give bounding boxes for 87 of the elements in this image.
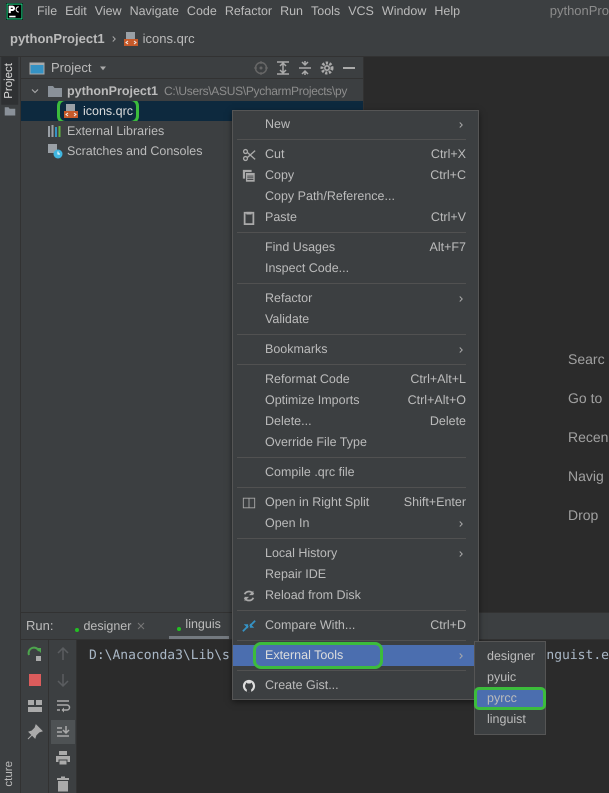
menu-bar-item[interactable]: Refactor [220,2,276,20]
menu-item[interactable]: Open In [233,513,478,534]
menu-bar-item[interactable]: Tools [307,2,344,20]
window-title: pythonPro [548,2,609,20]
shortcut-text: Ctrl+Alt+O [406,392,466,410]
settings-icon[interactable] [319,60,335,76]
menu-bar-item[interactable]: Help [430,2,464,20]
shortcut-text: Ctrl+V [430,209,466,226]
menu-item[interactable]: linguist [475,709,545,730]
resource-file-icon [63,103,79,119]
menu-item[interactable]: Local History [233,543,478,564]
scissors-icon [242,148,256,162]
hint-text: Drop [568,506,600,525]
reload-icon [242,588,256,602]
folder-icon [47,83,63,99]
run-label: Run: [26,617,54,636]
side-tab[interactable]: Project [1,57,19,105]
menu-item[interactable]: Compare With... Ctrl+D [233,615,478,636]
close-icon[interactable] [135,620,148,632]
panel-icon [29,60,45,76]
run-tab[interactable]: designer [67,613,156,639]
menu-bar-item[interactable]: Run [276,2,307,20]
github-cat-icon [242,678,256,692]
menu-item[interactable]: Paste Ctrl+V [233,207,478,228]
compare-arrows-icon [242,618,256,632]
hint-text: Searc [568,350,606,369]
menu-bar-item[interactable]: Navigate [126,2,183,20]
menu-item[interactable]: Copy Path/Reference... [233,186,478,207]
hint-text: Go to [568,389,604,408]
console-text: nguist.e [546,647,609,665]
menu-item[interactable]: designer [475,646,545,667]
menu-bar-item[interactable]: Code [182,2,221,20]
menu-bar-item[interactable]: View [90,2,126,20]
shortcut-text: Shift+Enter [402,494,466,512]
scratch-clock-icon [47,143,63,159]
soft-wrap-icon[interactable] [54,698,70,714]
menu-item[interactable]: Open in Right Split Shift+Enter [233,492,478,513]
split-view-icon [242,496,256,510]
menu-item[interactable]: Reformat Code Ctrl+Alt+L [233,369,478,390]
menu-bar-item[interactable]: File [33,2,62,20]
menu-bar-item[interactable]: Window [378,2,430,20]
panel-title[interactable]: Project [51,58,92,78]
menu-item[interactable]: Cut Ctrl+X [233,144,478,165]
side-tab[interactable]: cture [1,755,19,793]
printer-icon[interactable] [54,750,70,766]
menu-item[interactable]: Override File Type [233,432,478,453]
menu-item[interactable]: Compile .qrc file [233,462,478,483]
menu-item[interactable]: Find Usages Alt+F7 [233,237,478,258]
menu-item[interactable]: pyuic [475,667,545,688]
hint-text: Navig [568,467,605,486]
shortcut-text: Alt+F7 [428,239,466,256]
shortcut-text: Ctrl+D [429,617,466,634]
layout-icon[interactable] [26,698,42,714]
shortcut-text: Ctrl+X [430,146,466,164]
resource-file-icon [122,31,139,47]
bar-chart-icon [47,123,63,139]
app-logo-icon [6,2,23,20]
tree-item[interactable]: pythonProject1 C:\Users\ASUS\PycharmProjects\py [21,81,363,101]
path-text: C:\Users\ASUS\PycharmProjects\py [164,83,348,100]
menu-item[interactable]: Copy Ctrl+C [233,165,478,186]
folder-icon [4,104,16,117]
menu-item[interactable]: Bookmarks [233,339,478,360]
menu-item[interactable]: Inspect Code... [233,258,478,279]
hint-text: Recen [568,428,609,447]
trash-icon[interactable] [54,776,70,792]
breadcrumb-item[interactable]: icons.qrc [142,29,195,49]
console-text: D:\Anaconda3\Lib\s [89,647,230,665]
menu-item[interactable]: Reload from Disk [233,585,478,606]
rerun-icon[interactable] [26,646,42,662]
menu-item[interactable]: Refactor [233,288,478,309]
clipboard-icon [242,210,256,224]
breadcrumb-item[interactable]: pythonProject1 [10,29,105,49]
menu-item[interactable]: Create Gist... [233,675,478,696]
menu-item[interactable]: Delete... Delete [233,411,478,432]
menu-bar-item[interactable]: Edit [61,2,91,20]
menu-item[interactable]: Repair IDE [233,564,478,585]
menu-item[interactable]: Validate [233,309,478,330]
pin-icon[interactable] [26,724,42,740]
collapse-all-icon[interactable] [297,60,313,76]
shortcut-text: Ctrl+C [429,167,466,184]
expand-all-icon[interactable] [275,60,291,76]
shortcut-text: Ctrl+Alt+L [409,371,466,388]
menu-item[interactable]: Optimize Imports Ctrl+Alt+O [233,390,478,411]
copy-icon [242,168,256,182]
menu-bar-item[interactable]: VCS [344,2,378,20]
stop-icon[interactable] [26,672,42,688]
shortcut-text: Delete [428,413,466,430]
